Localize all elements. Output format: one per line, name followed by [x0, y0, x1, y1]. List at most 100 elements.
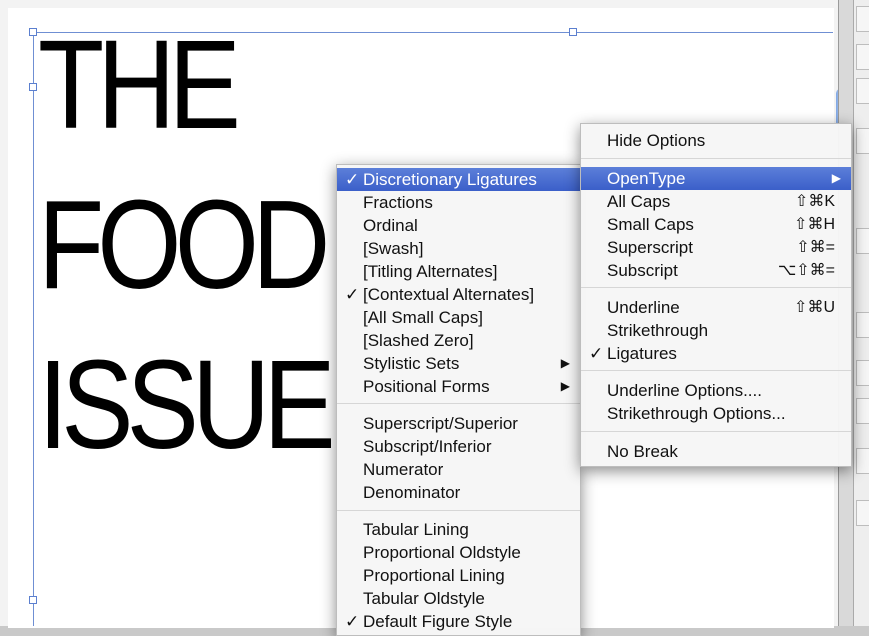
menu-item-label: [Slashed Zero] — [363, 331, 474, 350]
panel-icon-button[interactable] — [856, 398, 869, 424]
menu-item-label: Tabular Lining — [363, 520, 469, 539]
menu-item-label: No Break — [607, 442, 678, 461]
checkmark-icon: ✓ — [345, 170, 360, 189]
opentype-submenu: ✓ Discretionary Ligatures Fractions Ordinal… — [336, 164, 581, 636]
menu-item-label: Ordinal — [363, 216, 418, 235]
menu-separator — [581, 370, 851, 371]
menu-item-superscript-superior[interactable]: Superscript/Superior — [337, 412, 580, 435]
keyboard-shortcut: ⇧⌘H — [794, 216, 835, 233]
menu-item-slashed-zero[interactable]: [Slashed Zero] — [337, 329, 580, 352]
menu-separator — [581, 158, 851, 159]
headline-line-3[interactable]: ISSUE — [38, 342, 336, 468]
menu-item-label: Strikethrough Options... — [607, 404, 786, 423]
menu-item-discretionary-ligatures[interactable]: ✓ Discretionary Ligatures — [337, 168, 580, 191]
menu-item-strikethrough-options[interactable]: Strikethrough Options... — [581, 402, 851, 425]
text-frame-left-edge — [33, 32, 34, 626]
menu-item-no-break[interactable]: No Break — [581, 440, 851, 463]
panel-icon-button[interactable] — [856, 6, 869, 32]
character-options-menu: Hide Options OpenType ▶ All Caps ⇧⌘K Small Ca… — [580, 123, 852, 467]
checkmark-icon: ✓ — [589, 344, 604, 363]
menu-item-label: Subscript — [607, 261, 678, 280]
menu-item-stylistic-sets[interactable]: Stylistic Sets ▶ — [337, 352, 580, 375]
menu-item-proportional-oldstyle[interactable]: Proportional Oldstyle — [337, 541, 580, 564]
menu-item-label: Subscript/Inferior — [363, 437, 492, 456]
menu-item-label: Proportional Lining — [363, 566, 505, 585]
headline-line-2[interactable]: FOOD — [38, 182, 330, 308]
headline-line-1[interactable]: THE — [38, 22, 241, 148]
menu-item-denominator[interactable]: Denominator — [337, 481, 580, 504]
menu-item-titling-alternates[interactable]: [Titling Alternates] — [337, 260, 580, 283]
menu-separator — [581, 287, 851, 288]
panel-icon-button[interactable] — [856, 128, 869, 154]
menu-item-underline-options[interactable]: Underline Options.... — [581, 379, 851, 402]
menu-item-swash[interactable]: [Swash] — [337, 237, 580, 260]
frame-handle-bottom-left[interactable] — [29, 596, 37, 604]
menu-item-subscript-inferior[interactable]: Subscript/Inferior — [337, 435, 580, 458]
menu-item-proportional-lining[interactable]: Proportional Lining — [337, 564, 580, 587]
menu-item-ordinal[interactable]: Ordinal — [337, 214, 580, 237]
menu-item-superscript[interactable]: Superscript ⇧⌘= — [581, 236, 851, 259]
menu-separator — [581, 431, 851, 432]
menu-item-label: Underline Options.... — [607, 381, 762, 400]
menu-item-strikethrough[interactable]: Strikethrough — [581, 319, 851, 342]
panel-icon-button[interactable] — [856, 448, 869, 474]
submenu-arrow-icon: ▶ — [831, 171, 841, 185]
menu-item-underline[interactable]: Underline ⇧⌘U — [581, 296, 851, 319]
keyboard-shortcut: ⇧⌘K — [794, 193, 835, 210]
menu-item-label: OpenType — [607, 169, 686, 188]
menu-item-label: Underline — [607, 298, 680, 317]
menu-item-label: [Titling Alternates] — [363, 262, 498, 281]
menu-item-label: Hide Options — [607, 131, 706, 150]
menu-item-tabular-lining[interactable]: Tabular Lining — [337, 518, 580, 541]
menu-item-label: [Contextual Alternates] — [363, 285, 535, 304]
menu-separator — [337, 403, 580, 404]
menu-separator — [337, 510, 580, 511]
menu-item-positional-forms[interactable]: Positional Forms ▶ — [337, 375, 580, 398]
panel-icon-button[interactable] — [856, 500, 869, 526]
menu-item-label: Stylistic Sets — [363, 354, 460, 373]
menu-item-label: [All Small Caps] — [363, 308, 483, 327]
menu-item-small-caps[interactable]: Small Caps ⇧⌘H — [581, 213, 851, 236]
menu-item-label: Default Figure Style — [363, 612, 513, 631]
menu-item-label: Tabular Oldstyle — [363, 589, 485, 608]
menu-item-numerator[interactable]: Numerator — [337, 458, 580, 481]
menu-item-label: Strikethrough — [607, 321, 709, 340]
menu-item-label: [Swash] — [363, 239, 424, 258]
menu-item-tabular-oldstyle[interactable]: Tabular Oldstyle — [337, 587, 580, 610]
menu-item-label: Superscript/Superior — [363, 414, 518, 433]
submenu-arrow-icon: ▶ — [560, 356, 570, 370]
menu-item-contextual-alternates[interactable]: ✓ [Contextual Alternates] — [337, 283, 580, 306]
panel-icon-button[interactable] — [856, 44, 869, 70]
menu-item-label: Positional Forms — [363, 377, 490, 396]
menu-item-label: Numerator — [363, 460, 444, 479]
panel-icon-button[interactable] — [856, 228, 869, 254]
menu-item-label: Denominator — [363, 483, 461, 502]
menu-item-all-caps[interactable]: All Caps ⇧⌘K — [581, 190, 851, 213]
menu-item-label: Small Caps — [607, 215, 694, 234]
menu-item-default-figure-style[interactable]: ✓ Default Figure Style — [337, 610, 580, 633]
menu-item-hide-options[interactable]: Hide Options — [581, 129, 851, 152]
checkmark-icon: ✓ — [345, 612, 360, 631]
menu-item-ligatures[interactable]: ✓ Ligatures — [581, 342, 851, 365]
panel-icon-button[interactable] — [856, 78, 869, 104]
checkmark-icon: ✓ — [345, 285, 360, 304]
frame-handle-left-middle[interactable] — [29, 83, 37, 91]
panel-icon-button[interactable] — [856, 360, 869, 386]
menu-item-fractions[interactable]: Fractions — [337, 191, 580, 214]
menu-item-label: Proportional Oldstyle — [363, 543, 521, 562]
submenu-arrow-icon: ▶ — [560, 379, 570, 393]
frame-handle-top-middle[interactable] — [569, 28, 577, 36]
menu-item-label: Ligatures — [607, 344, 677, 363]
menu-item-label: All Caps — [607, 192, 671, 211]
panel-icon-button[interactable] — [856, 312, 869, 338]
indesign-workspace: THE FOOD ISSUE ✓ Discretionary Ligatures F… — [0, 0, 869, 636]
menu-item-all-small-caps[interactable]: [All Small Caps] — [337, 306, 580, 329]
menu-item-label: Superscript — [607, 238, 693, 257]
keyboard-shortcut: ⇧⌘U — [794, 299, 835, 316]
frame-handle-top-left[interactable] — [29, 28, 37, 36]
keyboard-shortcut: ⌥⇧⌘= — [777, 262, 835, 279]
menu-item-label: Discretionary Ligatures — [363, 170, 537, 189]
menu-item-subscript[interactable]: Subscript ⌥⇧⌘= — [581, 259, 851, 282]
menu-item-opentype[interactable]: OpenType ▶ — [581, 167, 851, 190]
menu-item-label: Fractions — [363, 193, 433, 212]
